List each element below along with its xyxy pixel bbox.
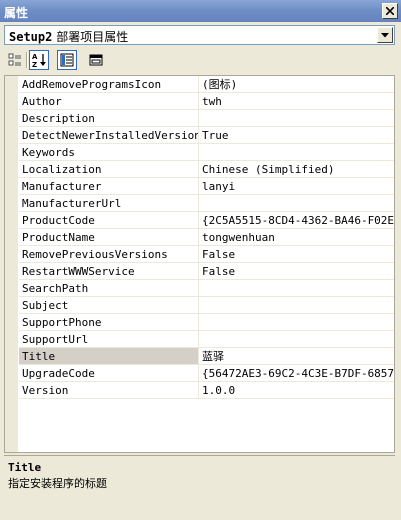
property-name[interactable]: AddRemoveProgramsIcon xyxy=(19,76,199,93)
property-row[interactable]: AddRemoveProgramsIcon (图标) xyxy=(5,76,394,93)
categorized-button[interactable] xyxy=(5,50,25,70)
categorized-icon xyxy=(8,53,21,66)
property-name[interactable]: DetectNewerInstalledVersion xyxy=(19,127,199,144)
property-value[interactable]: Chinese (Simplified) xyxy=(199,161,394,178)
alphabetical-button[interactable]: A Z xyxy=(29,50,49,70)
property-row[interactable]: SupportPhone xyxy=(5,314,394,331)
properties-button[interactable] xyxy=(57,50,77,70)
property-name[interactable]: SearchPath xyxy=(19,280,199,297)
property-name[interactable]: ProductCode xyxy=(19,212,199,229)
property-grid: AddRemoveProgramsIcon (图标) Author twh Descri… xyxy=(4,75,395,453)
property-row[interactable]: Subject xyxy=(5,297,394,314)
property-row[interactable]: DetectNewerInstalledVersion True xyxy=(5,127,394,144)
property-row[interactable]: RestartWWWService False xyxy=(5,263,394,280)
property-value[interactable]: True xyxy=(199,127,394,144)
property-value[interactable]: twh xyxy=(199,93,394,110)
selected-object-name: Setup2 xyxy=(9,30,53,44)
property-name[interactable]: RestartWWWService xyxy=(19,263,199,280)
property-name[interactable]: SupportUrl xyxy=(19,331,199,348)
property-value[interactable]: tongwenhuan xyxy=(199,229,394,246)
property-value[interactable] xyxy=(199,314,394,331)
property-name[interactable]: Manufacturer xyxy=(19,178,199,195)
property-name[interactable]: Localization xyxy=(19,161,199,178)
property-row[interactable]: Description xyxy=(5,110,394,127)
property-row[interactable]: Keywords xyxy=(5,144,394,161)
description-title: Title xyxy=(8,461,42,474)
object-selector-dropdown[interactable]: Setup2 部署项目属性 xyxy=(4,25,395,45)
property-row[interactable]: UpgradeCode {56472AE3-69C2-4C3E-B7DF-6857… xyxy=(5,365,394,382)
property-value[interactable]: 1.0.0 xyxy=(199,382,394,399)
window-title: 属性 xyxy=(4,6,29,20)
property-row[interactable]: Manufacturer lanyi xyxy=(5,178,394,195)
property-value[interactable]: False xyxy=(199,263,394,280)
properties-icon xyxy=(60,53,74,67)
property-value[interactable]: {56472AE3-69C2-4C3E-B7DF-68576C7I xyxy=(199,365,394,382)
close-button[interactable] xyxy=(382,3,398,19)
toolbar-separator xyxy=(26,52,28,68)
property-value[interactable]: False xyxy=(199,246,394,263)
property-name[interactable]: Title xyxy=(19,348,199,365)
dropdown-button[interactable] xyxy=(377,27,393,43)
property-pages-button[interactable] xyxy=(86,50,106,70)
title-bar: 属性 xyxy=(0,0,401,22)
svg-text:A: A xyxy=(32,53,38,61)
property-value[interactable] xyxy=(199,280,394,297)
property-row[interactable]: ProductName tongwenhuan xyxy=(5,229,394,246)
property-name[interactable]: SupportPhone xyxy=(19,314,199,331)
property-name[interactable]: Subject xyxy=(19,297,199,314)
property-value[interactable] xyxy=(199,331,394,348)
property-name[interactable]: RemovePreviousVersions xyxy=(19,246,199,263)
property-name[interactable]: Keywords xyxy=(19,144,199,161)
svg-text:Z: Z xyxy=(32,61,37,68)
property-name[interactable]: UpgradeCode xyxy=(19,365,199,382)
property-row[interactable]: Localization Chinese (Simplified) xyxy=(5,161,394,178)
property-value[interactable] xyxy=(199,144,394,161)
property-value[interactable] xyxy=(199,110,394,127)
property-name[interactable]: Author xyxy=(19,93,199,110)
property-value[interactable]: lanyi xyxy=(199,178,394,195)
property-row[interactable]: Author twh xyxy=(5,93,394,110)
selected-object-type: 部署项目属性 xyxy=(56,30,129,44)
property-value[interactable]: (图标) xyxy=(199,76,394,93)
property-value[interactable] xyxy=(199,297,394,314)
property-row[interactable]: RemovePreviousVersions False xyxy=(5,246,394,263)
property-row[interactable]: Title 蓝驿 xyxy=(5,348,394,365)
chevron-down-icon xyxy=(381,32,389,37)
toolbar: A Z xyxy=(4,49,395,71)
property-rows: AddRemoveProgramsIcon (图标) Author twh Descri… xyxy=(5,76,394,399)
property-row[interactable]: Version 1.0.0 xyxy=(5,382,394,399)
property-value[interactable] xyxy=(199,195,394,212)
property-row[interactable]: SupportUrl xyxy=(5,331,394,348)
property-row[interactable]: ManufacturerUrl xyxy=(5,195,394,212)
property-name[interactable]: Version xyxy=(19,382,199,399)
property-value[interactable]: 蓝驿 xyxy=(199,348,394,365)
property-pages-icon xyxy=(89,54,103,66)
description-text: 指定安装程序的标题 xyxy=(8,477,107,490)
property-row[interactable]: ProductCode {2C5A5515-8CD4-4362-BA46-F02E… xyxy=(5,212,394,229)
property-name[interactable]: Description xyxy=(19,110,199,127)
property-value[interactable]: {2C5A5515-8CD4-4362-BA46-F02E6EOA xyxy=(199,212,394,229)
description-panel: Title 指定安装程序的标题 xyxy=(4,455,395,516)
property-name[interactable]: ProductName xyxy=(19,229,199,246)
alphabetical-sort-icon: A Z xyxy=(32,53,46,68)
property-row[interactable]: SearchPath xyxy=(5,280,394,297)
close-icon xyxy=(386,7,394,15)
property-name[interactable]: ManufacturerUrl xyxy=(19,195,199,212)
